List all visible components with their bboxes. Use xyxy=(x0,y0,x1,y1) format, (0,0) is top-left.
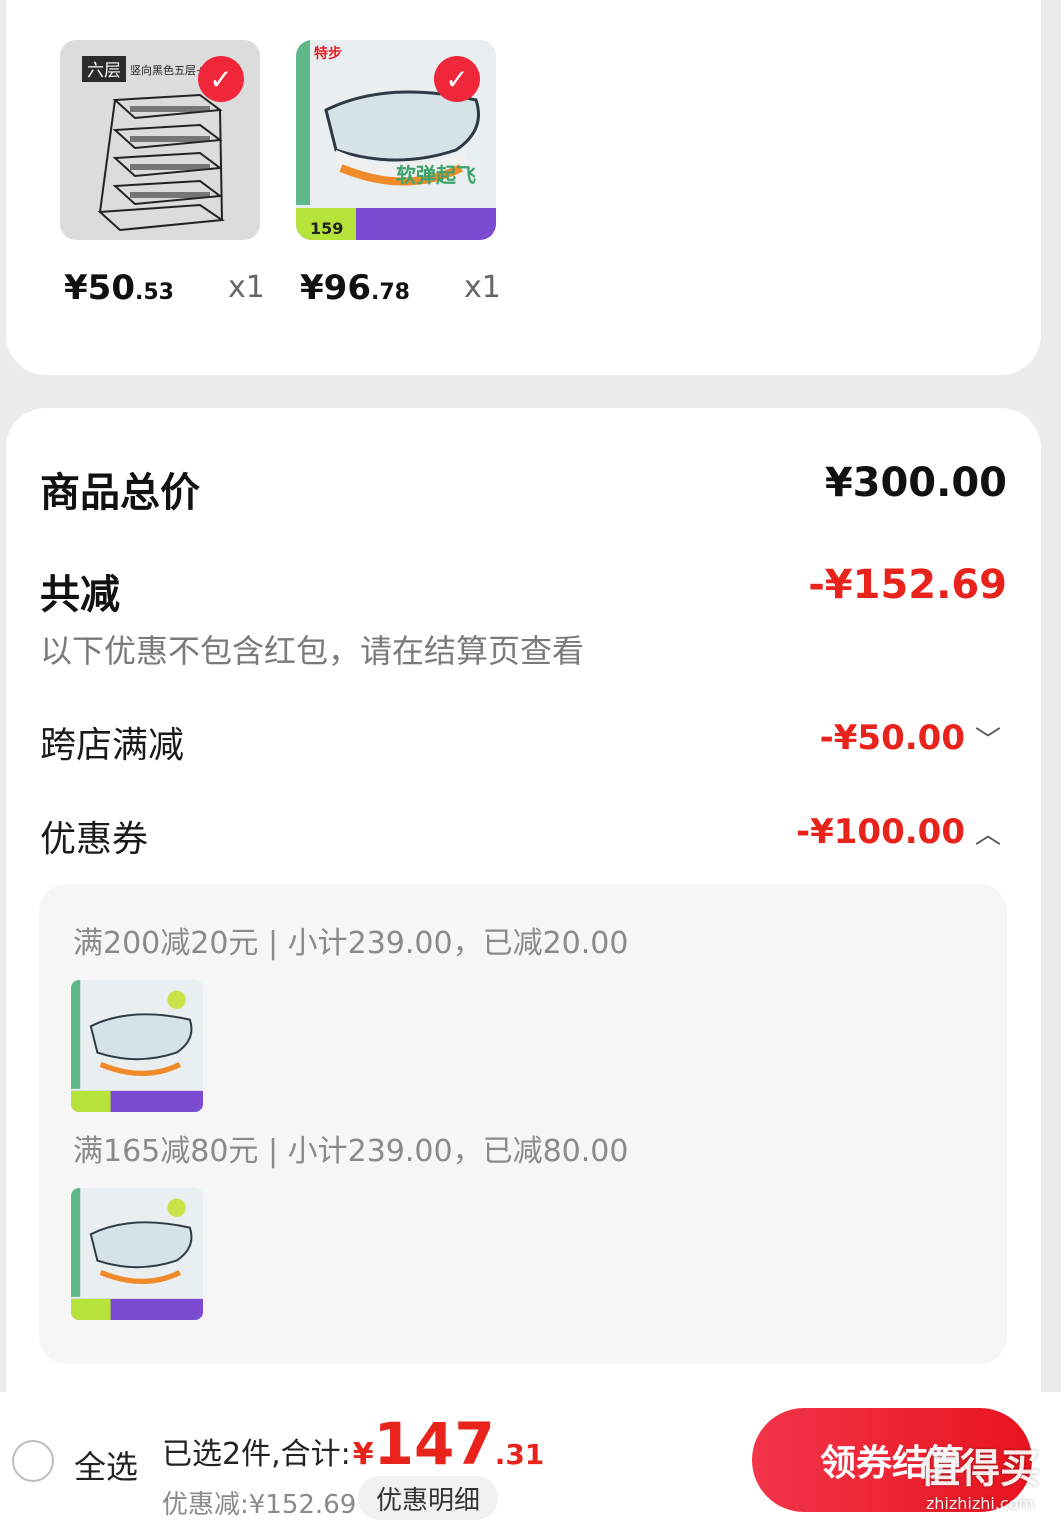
discount-note: 以下优惠不包含红包，请在结算页查看 xyxy=(40,632,585,670)
chevron-down-icon[interactable]: ﹀ xyxy=(975,720,1001,757)
brand-text: 特步 xyxy=(314,45,342,62)
coupon-value: -¥100.00 xyxy=(796,812,965,852)
total-price-label: 商品总价 xyxy=(40,470,200,516)
currency-symbol: ¥ xyxy=(300,268,324,308)
price-integer: 96 xyxy=(323,268,371,308)
discount-amount: 优惠减:¥152.69 xyxy=(162,1490,357,1520)
product-thumbnail[interactable]: 特步 软弹起飞 159 ✓ xyxy=(296,40,496,240)
select-all-radio[interactable] xyxy=(12,1440,54,1482)
coupon-detail-line: 满165减80元 | 小计239.00，已减80.00 xyxy=(73,1134,629,1169)
total-price-value: ¥300.00 xyxy=(824,460,1007,506)
shoe-image xyxy=(71,980,203,1112)
cross-store-toggle[interactable]: -¥50.00 ﹀ xyxy=(820,718,1001,758)
product-price-shelf: ¥ 50 .53 xyxy=(64,268,174,308)
coupon-label[interactable]: 优惠券 xyxy=(40,810,148,862)
selected-check-icon[interactable]: ✓ xyxy=(434,56,480,102)
watermark-main: 值得买 xyxy=(920,1446,1040,1492)
price-decimal: .53 xyxy=(135,280,174,305)
chevron-up-icon[interactable]: ︿ xyxy=(975,814,1001,851)
coupon-detail-panel: 满200减20元 | 小计239.00，已减20.00 满165减80元 | 小… xyxy=(39,884,1007,1364)
cross-store-value: -¥50.00 xyxy=(819,718,965,758)
slogan-text: 软弹起飞 xyxy=(396,163,476,187)
cross-store-label[interactable]: 跨店满减 xyxy=(40,716,184,768)
watermark-url: zhizhizhi.com xyxy=(925,1494,1035,1513)
total-integer: 147 xyxy=(373,1410,495,1478)
shoe-image xyxy=(71,1188,203,1320)
coupon-detail-line: 满200减20元 | 小计239.00，已减20.00 xyxy=(73,926,629,961)
product-item-shelf[interactable]: 六层 竖向黑色五层+顶 ✓ xyxy=(60,40,260,240)
total-reduce-label: 共减 xyxy=(40,572,120,618)
product-quantity: x1 xyxy=(464,270,501,305)
coupon-product-thumbnail[interactable] xyxy=(71,1188,203,1320)
currency-symbol: ¥ xyxy=(64,268,88,308)
coupon-product-thumbnail[interactable] xyxy=(71,980,203,1112)
selected-total: 已选2件,合计: ¥ 147 .31 xyxy=(162,1410,544,1478)
total-decimal: .31 xyxy=(494,1438,545,1471)
badge-text: 六层 xyxy=(87,61,121,81)
price-summary-card: 商品总价 ¥300.00 共减 -¥152.69 以下优惠不包含红包，请在结算页… xyxy=(6,408,1041,1408)
cart-items-card: 六层 竖向黑色五层+顶 ✓ 特步 软弹起飞 159 ✓ ¥ 50 .53 x1 … xyxy=(6,0,1041,375)
coupon-toggle[interactable]: -¥100.00 ︿ xyxy=(796,812,1001,852)
selected-count-text: 已选2件,合计: xyxy=(162,1437,351,1472)
price-decimal: .78 xyxy=(371,280,410,305)
product-quantity: x1 xyxy=(228,270,265,305)
checkout-bar: 全选 已选2件,合计: ¥ 147 .31 优惠减:¥152.69 优惠明细 领… xyxy=(0,1392,1061,1520)
total-reduce-value: -¥152.69 xyxy=(808,562,1007,608)
discount-detail-button[interactable]: 优惠明细 xyxy=(358,1476,499,1520)
currency-symbol: ¥ xyxy=(352,1437,374,1472)
thumb-price: 159 xyxy=(310,219,343,238)
watermark: 值得买 zhizhizhi.com xyxy=(905,1436,1055,1513)
price-integer: 50 xyxy=(87,268,135,308)
select-all-label[interactable]: 全选 xyxy=(74,1442,138,1488)
product-item-shoes[interactable]: 特步 软弹起飞 159 ✓ xyxy=(296,40,496,240)
product-price-shoes: ¥ 96 .78 xyxy=(300,268,410,308)
product-thumbnail[interactable]: 六层 竖向黑色五层+顶 ✓ xyxy=(60,40,260,240)
selected-check-icon[interactable]: ✓ xyxy=(198,56,244,102)
